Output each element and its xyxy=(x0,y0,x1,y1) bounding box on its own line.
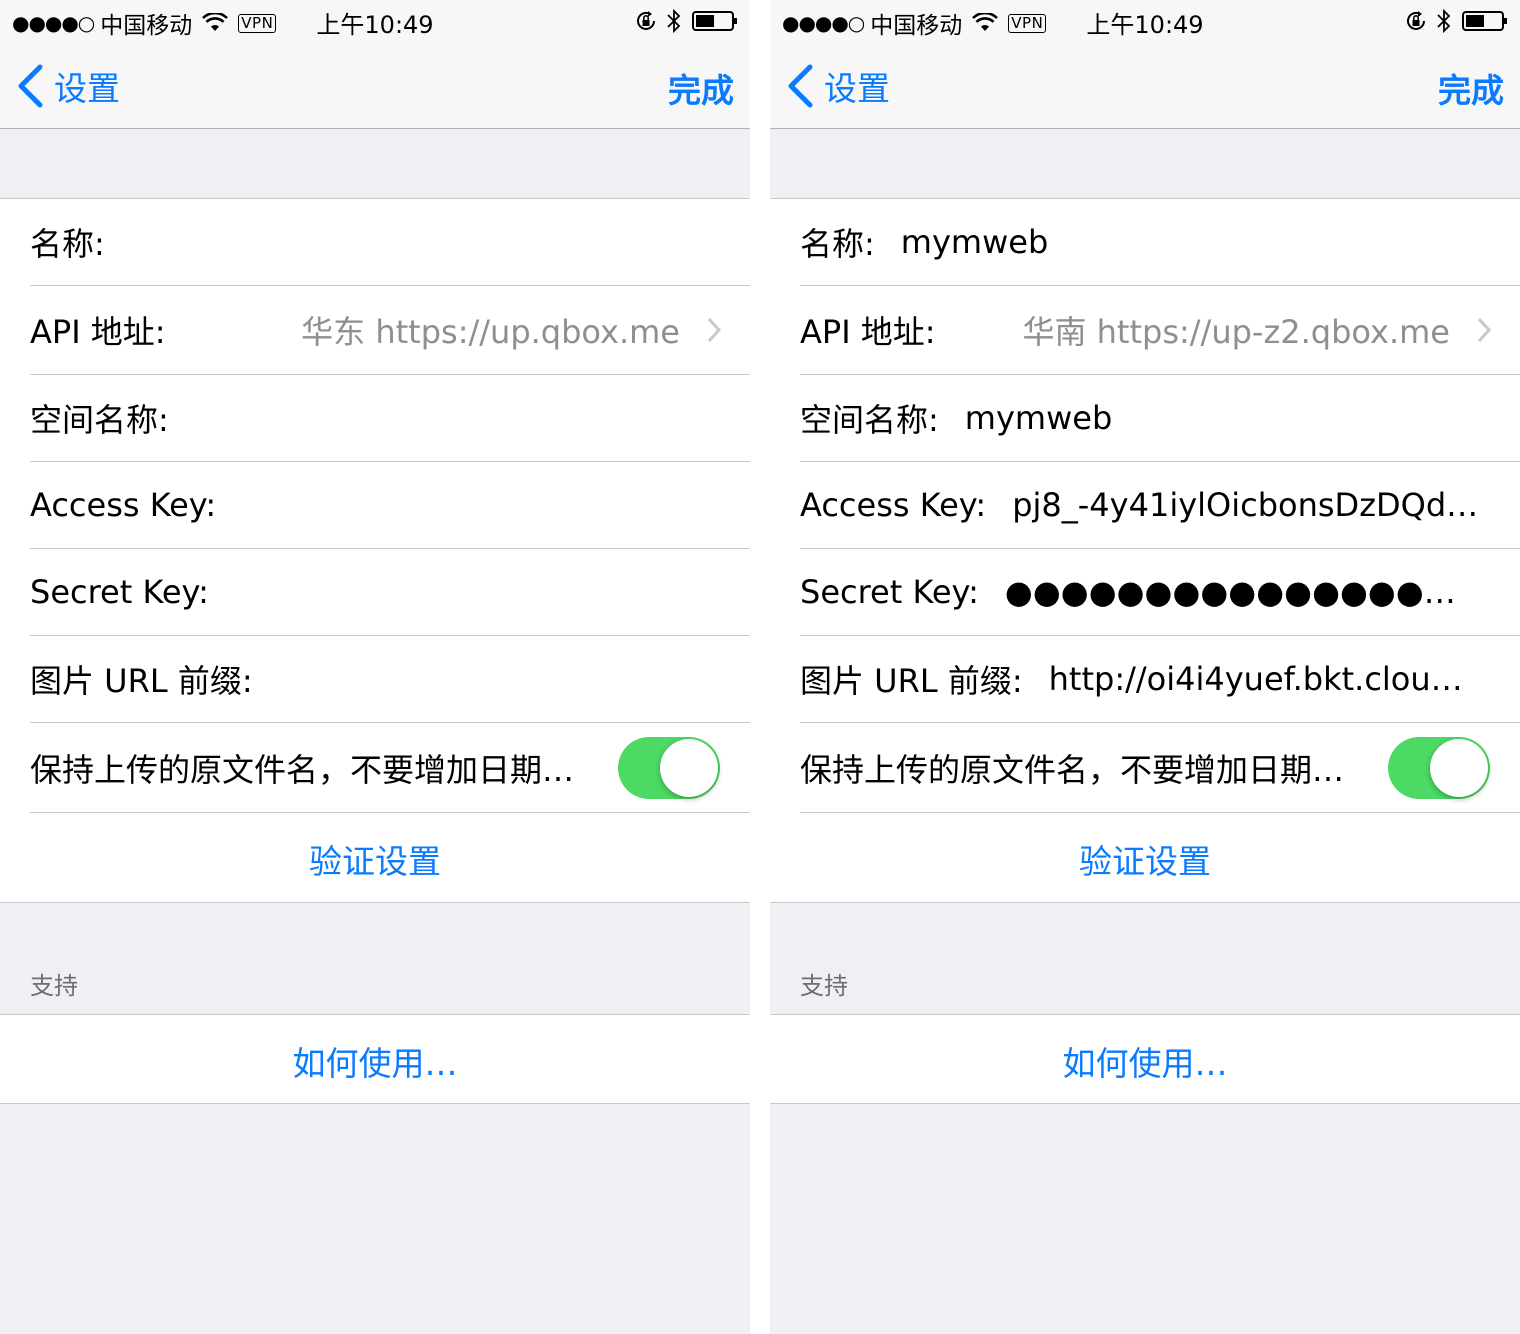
bucket-row[interactable]: 空间名称: xyxy=(30,375,750,462)
back-button[interactable]: 设置 xyxy=(786,62,890,110)
access-key-label: Access Key: xyxy=(30,486,217,524)
toggle-knob xyxy=(660,738,718,797)
navigation-bar: 设置 完成 xyxy=(0,40,750,129)
settings-form-section: 名称: mymweb API 地址: 华南 https://up-z2.qbox… xyxy=(770,198,1520,903)
keep-filename-row: 保持上传的原文件名，不要增加日期… xyxy=(30,723,750,813)
name-row[interactable]: 名称: xyxy=(30,199,750,286)
settings-screen-filled: ●●●●○ 中国移动 VPN 上午10:49 设置 完成 名称: mymweb … xyxy=(770,0,1520,1334)
name-row[interactable]: 名称: mymweb xyxy=(800,199,1520,286)
support-section-header: 支持 xyxy=(800,972,848,1000)
verify-settings-button[interactable]: 验证设置 xyxy=(770,835,1520,883)
verify-settings-button[interactable]: 验证设置 xyxy=(0,835,750,883)
battery-icon xyxy=(1462,11,1507,31)
url-prefix-row[interactable]: 图片 URL 前缀: xyxy=(30,636,750,723)
bucket-label: 空间名称: xyxy=(800,401,939,439)
secret-key-row[interactable]: Secret Key: xyxy=(30,549,750,636)
access-key-field[interactable]: pj8_-4y41iylOicbonsDzDQdG... xyxy=(1012,486,1520,524)
back-button-label: 设置 xyxy=(824,69,890,108)
name-field[interactable]: mymweb xyxy=(901,223,1520,261)
how-to-use-button[interactable]: 如何使用… xyxy=(0,1037,750,1085)
access-key-row[interactable]: Access Key: xyxy=(30,462,750,549)
chevron-left-icon xyxy=(18,64,43,108)
chevron-right-icon xyxy=(1477,317,1492,343)
support-section: 如何使用… xyxy=(770,1014,1520,1104)
back-button-label: 设置 xyxy=(54,69,120,108)
done-button[interactable]: 完成 xyxy=(1438,64,1504,112)
api-address-label: API 地址: xyxy=(800,313,936,351)
secret-key-row[interactable]: Secret Key: ●●●●●●●●●●●●●●●●●●●●●●●... xyxy=(800,549,1520,636)
navigation-bar: 设置 完成 xyxy=(770,40,1520,129)
keep-filename-label: 保持上传的原文件名，不要增加日期… xyxy=(30,750,575,789)
access-key-row[interactable]: Access Key: pj8_-4y41iylOicbonsDzDQdG... xyxy=(800,462,1520,549)
api-address-value: 华东 https://up.qbox.me xyxy=(301,313,680,351)
settings-screen-empty: ●●●●○ 中国移动 VPN 上午10:49 设置 完成 名称: API 地址:… xyxy=(0,0,750,1334)
settings-form-section: 名称: API 地址: 华东 https://up.qbox.me 空间名称: … xyxy=(0,198,750,903)
chevron-right-icon xyxy=(707,317,722,343)
toggle-knob xyxy=(1430,738,1488,797)
api-address-row[interactable]: API 地址: 华东 https://up.qbox.me xyxy=(30,286,750,375)
keep-filename-toggle[interactable] xyxy=(1388,736,1490,799)
url-prefix-label: 图片 URL 前缀: xyxy=(30,662,253,700)
done-button[interactable]: 完成 xyxy=(668,64,734,112)
keep-filename-row: 保持上传的原文件名，不要增加日期… xyxy=(800,723,1520,813)
secret-key-label: Secret Key: xyxy=(800,573,979,611)
bucket-row[interactable]: 空间名称: mymweb xyxy=(800,375,1520,462)
secret-key-label: Secret Key: xyxy=(30,573,209,611)
status-bar: ●●●●○ 中国移动 VPN 上午10:49 xyxy=(0,0,750,40)
url-prefix-field[interactable]: http://oi4i4yuef.bkt.cloud... xyxy=(1049,660,1520,698)
battery-icon xyxy=(692,11,737,31)
name-label: 名称: xyxy=(30,225,105,263)
support-section: 如何使用… xyxy=(0,1014,750,1104)
bluetooth-icon xyxy=(1437,8,1451,34)
bucket-label: 空间名称: xyxy=(30,401,169,439)
rotation-lock-icon xyxy=(1407,11,1425,30)
keep-filename-label: 保持上传的原文件名，不要增加日期… xyxy=(800,750,1345,789)
secret-key-field[interactable]: ●●●●●●●●●●●●●●●●●●●●●●●... xyxy=(1005,573,1520,611)
rotation-lock-icon xyxy=(637,11,655,30)
back-button[interactable]: 设置 xyxy=(16,62,120,110)
url-prefix-label: 图片 URL 前缀: xyxy=(800,662,1023,700)
chevron-left-icon xyxy=(788,64,813,108)
keep-filename-toggle[interactable] xyxy=(618,736,720,799)
how-to-use-button[interactable]: 如何使用… xyxy=(770,1037,1520,1085)
api-address-label: API 地址: xyxy=(30,313,166,351)
api-address-row[interactable]: API 地址: 华南 https://up-z2.qbox.me xyxy=(800,286,1520,375)
bucket-field[interactable]: mymweb xyxy=(965,399,1520,437)
url-prefix-row[interactable]: 图片 URL 前缀: http://oi4i4yuef.bkt.cloud... xyxy=(800,636,1520,723)
status-bar: ●●●●○ 中国移动 VPN 上午10:49 xyxy=(770,0,1520,40)
api-address-value: 华南 https://up-z2.qbox.me xyxy=(1022,313,1450,351)
support-section-header: 支持 xyxy=(30,972,78,1000)
access-key-label: Access Key: xyxy=(800,486,987,524)
name-label: 名称: xyxy=(800,225,875,263)
bluetooth-icon xyxy=(667,8,681,34)
